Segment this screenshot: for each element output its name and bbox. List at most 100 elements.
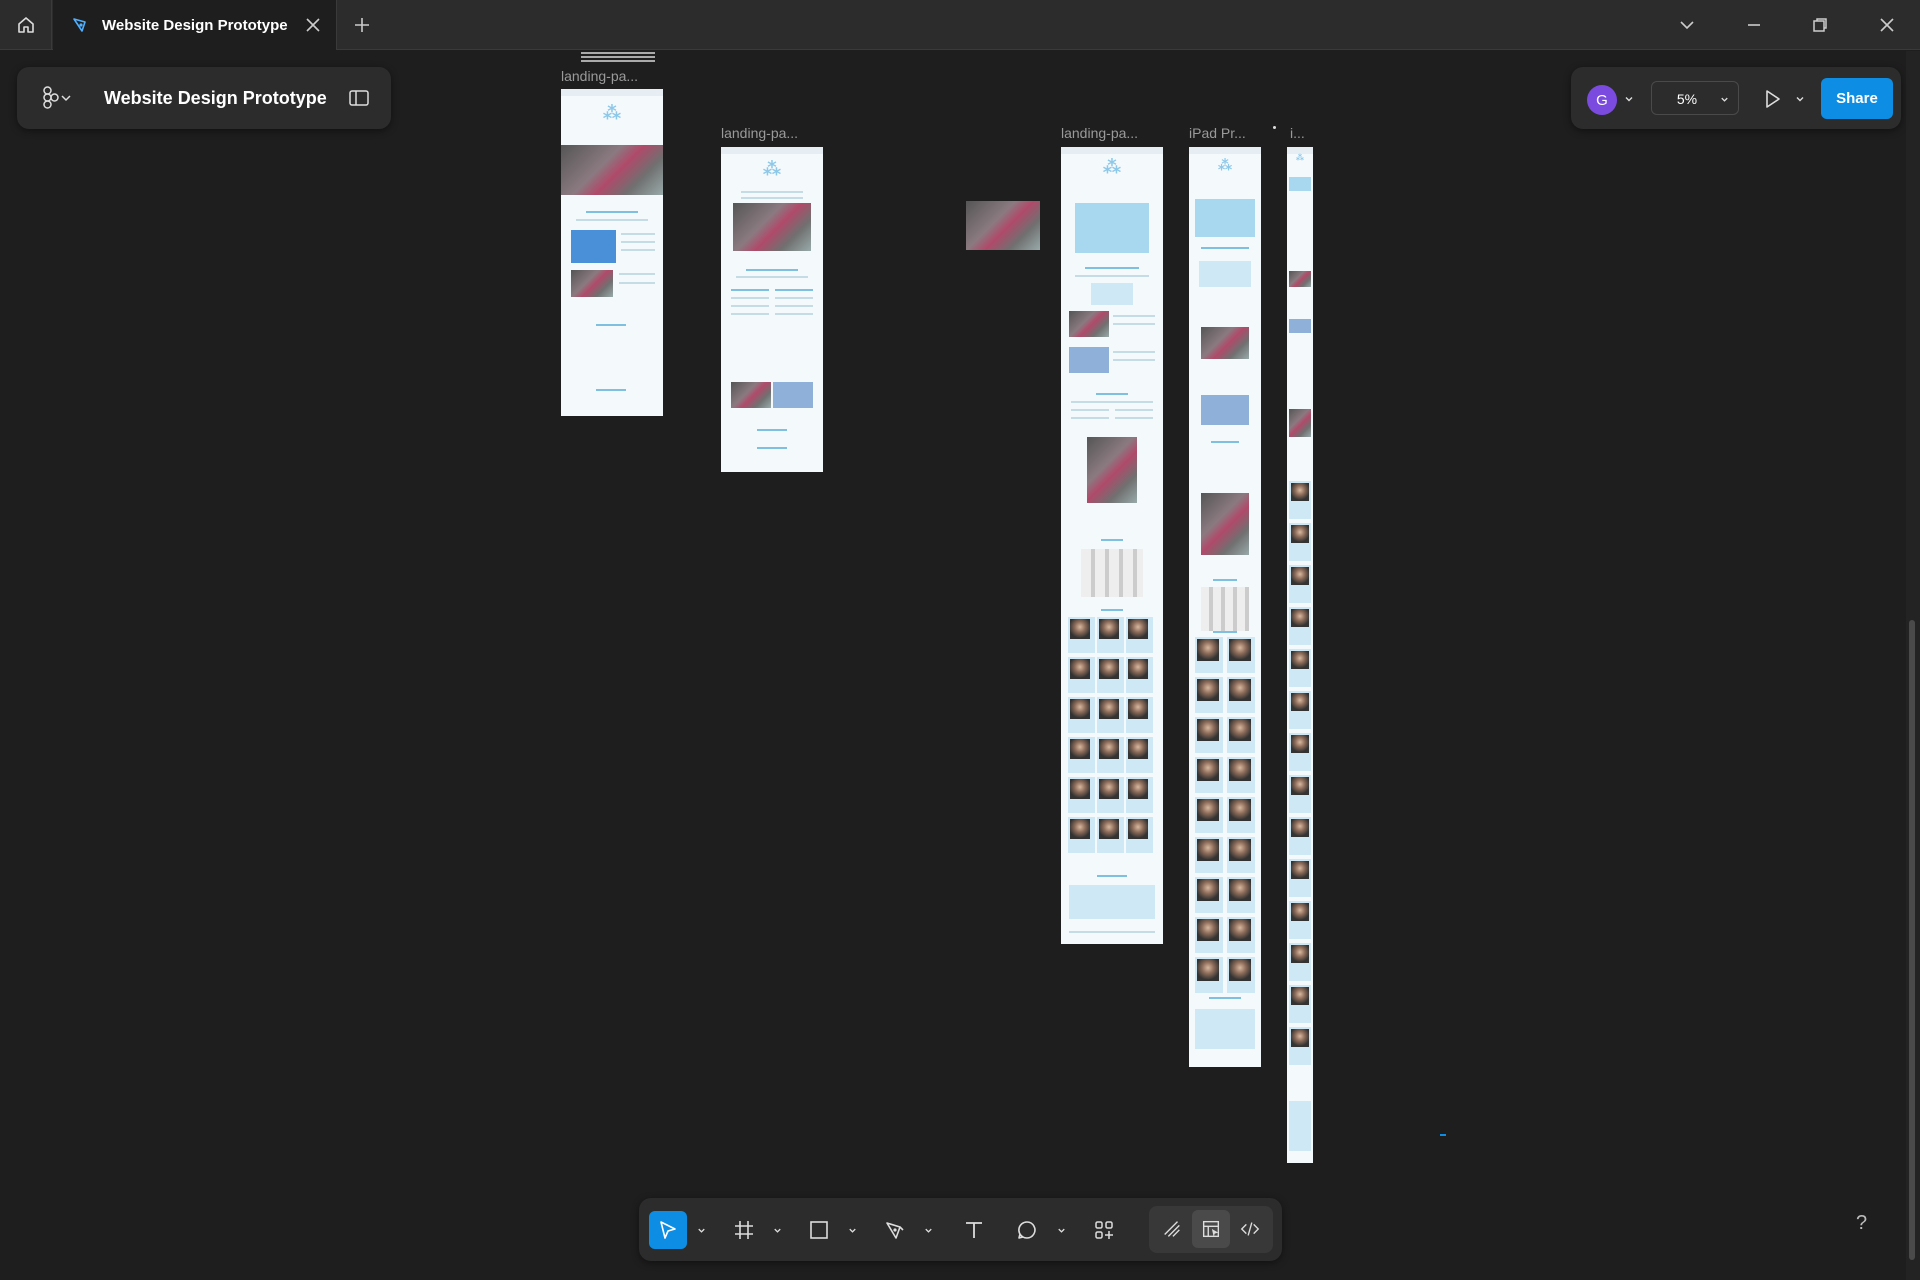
team-card: [1289, 481, 1311, 519]
frame-label[interactable]: iPad Pr...: [1189, 125, 1265, 141]
team-card: [1097, 777, 1124, 813]
team-photo: [1229, 719, 1251, 741]
close-tab-icon[interactable]: [304, 16, 322, 34]
team-photo: [1291, 651, 1309, 669]
frame-landing-page-2[interactable]: ⁂: [721, 147, 823, 472]
draw-mode[interactable]: [1153, 1210, 1191, 1248]
zoom-dropdown[interactable]: 5%: [1651, 81, 1739, 115]
team-photo: [1197, 679, 1219, 701]
tabs-dropdown-icon[interactable]: [1675, 13, 1699, 37]
team-photo: [1128, 739, 1148, 759]
team-photo: [1197, 839, 1219, 861]
new-tab-icon[interactable]: [350, 13, 374, 37]
team-photo: [1229, 639, 1251, 661]
sidebar-toggle-icon[interactable]: [347, 86, 371, 110]
team-photo: [1099, 659, 1119, 679]
chevron-down-icon[interactable]: [1056, 1225, 1067, 1236]
stacked-frame-thumb[interactable]: [581, 51, 655, 63]
team-photo: [1229, 679, 1251, 701]
actions-tool[interactable]: [1085, 1211, 1123, 1249]
home-icon: [17, 17, 34, 33]
chevron-down-icon[interactable]: [923, 1225, 934, 1236]
team-card: [1195, 917, 1223, 953]
bottom-toolbar: [639, 1198, 1282, 1261]
team-card: [1097, 657, 1124, 693]
pen-tool[interactable]: [876, 1211, 914, 1249]
frame-landing-page-1[interactable]: ⁂: [561, 89, 663, 416]
team-photo: [1229, 959, 1251, 981]
move-tool[interactable]: [649, 1211, 687, 1249]
chevron-down-icon[interactable]: [696, 1225, 707, 1236]
avatar[interactable]: G: [1587, 85, 1617, 115]
team-card: [1068, 817, 1095, 853]
team-card: [1289, 985, 1311, 1023]
team-photo: [1229, 759, 1251, 781]
team-photo: [1291, 945, 1309, 963]
logo-mark: ⁂: [602, 103, 622, 123]
figma-logo-icon[interactable]: [39, 86, 75, 110]
team-photo: [1099, 739, 1119, 759]
design-mode[interactable]: [1192, 1210, 1230, 1248]
team-card: [1126, 617, 1153, 653]
frame-mobile[interactable]: ⁂: [1287, 147, 1313, 1163]
team-card: [1227, 757, 1255, 793]
pen-icon: [886, 1222, 904, 1239]
comment-tool[interactable]: [1008, 1211, 1046, 1249]
chevron-down-icon[interactable]: [1794, 93, 1806, 105]
loose-image-node[interactable]: [966, 201, 1040, 250]
team-photo: [1128, 619, 1148, 639]
hero-placeholder: [1075, 203, 1149, 253]
dev-mode[interactable]: [1231, 1210, 1269, 1248]
hero-photo: [561, 145, 663, 195]
frame-ipad-pro[interactable]: ⁂: [1189, 147, 1261, 1067]
image-thumb: [773, 382, 813, 408]
team-card: [1289, 565, 1311, 603]
chevron-down-icon[interactable]: [1623, 93, 1635, 105]
frame-label[interactable]: landing-pa...: [1061, 125, 1161, 141]
help-button[interactable]: ?: [1856, 1212, 1867, 1235]
present-icon[interactable]: [1760, 87, 1784, 111]
logo-mark: ⁂: [762, 159, 782, 179]
team-photo: [1291, 987, 1309, 1005]
team-photo: [1197, 719, 1219, 741]
team-card: [1097, 737, 1124, 773]
rectangle-icon: [810, 1221, 828, 1239]
team-photo: [1070, 819, 1090, 839]
chevron-down-icon[interactable]: [772, 1225, 783, 1236]
frame-label[interactable]: i...: [1290, 125, 1314, 141]
team-photo: [1291, 861, 1309, 879]
frame-label[interactable]: landing-pa...: [721, 125, 821, 141]
team-card: [1227, 677, 1255, 713]
team-photo: [1070, 619, 1090, 639]
frame-label[interactable]: landing-pa...: [561, 68, 661, 84]
frame-landing-page-3[interactable]: ⁂: [1061, 147, 1163, 944]
frame-tool[interactable]: [725, 1211, 763, 1249]
restore-icon[interactable]: [1808, 13, 1832, 37]
share-button[interactable]: Share: [1821, 78, 1893, 119]
chevron-down-icon[interactable]: [847, 1225, 858, 1236]
file-tab[interactable]: Website Design Prototype: [53, 0, 337, 50]
team-photo: [1070, 699, 1090, 719]
text-tool[interactable]: [955, 1211, 993, 1249]
close-window-icon[interactable]: [1875, 13, 1899, 37]
team-photo: [1070, 659, 1090, 679]
vertical-scrollbar[interactable]: [1909, 620, 1915, 1260]
team-card: [1227, 637, 1255, 673]
design-canvas[interactable]: landing-pa... ⁂ landing-pa... ⁂ landing-…: [0, 51, 1906, 1280]
team-photo: [1229, 879, 1251, 901]
rectangle-tool[interactable]: [800, 1211, 838, 1249]
minimize-icon[interactable]: [1742, 13, 1766, 37]
team-card: [1068, 737, 1095, 773]
team-photo: [1128, 659, 1148, 679]
file-title[interactable]: Website Design Prototype: [104, 88, 327, 109]
hero-photo: [733, 203, 811, 251]
selection-marker: [1440, 1134, 1446, 1136]
team-card: [1068, 617, 1095, 653]
zoom-value: 5%: [1676, 91, 1698, 107]
team-photo: [1070, 739, 1090, 759]
team-photo: [1128, 819, 1148, 839]
image-thumb: [571, 230, 616, 263]
comment-icon: [1018, 1221, 1036, 1239]
home-button[interactable]: [0, 0, 52, 50]
team-card: [1195, 797, 1223, 833]
